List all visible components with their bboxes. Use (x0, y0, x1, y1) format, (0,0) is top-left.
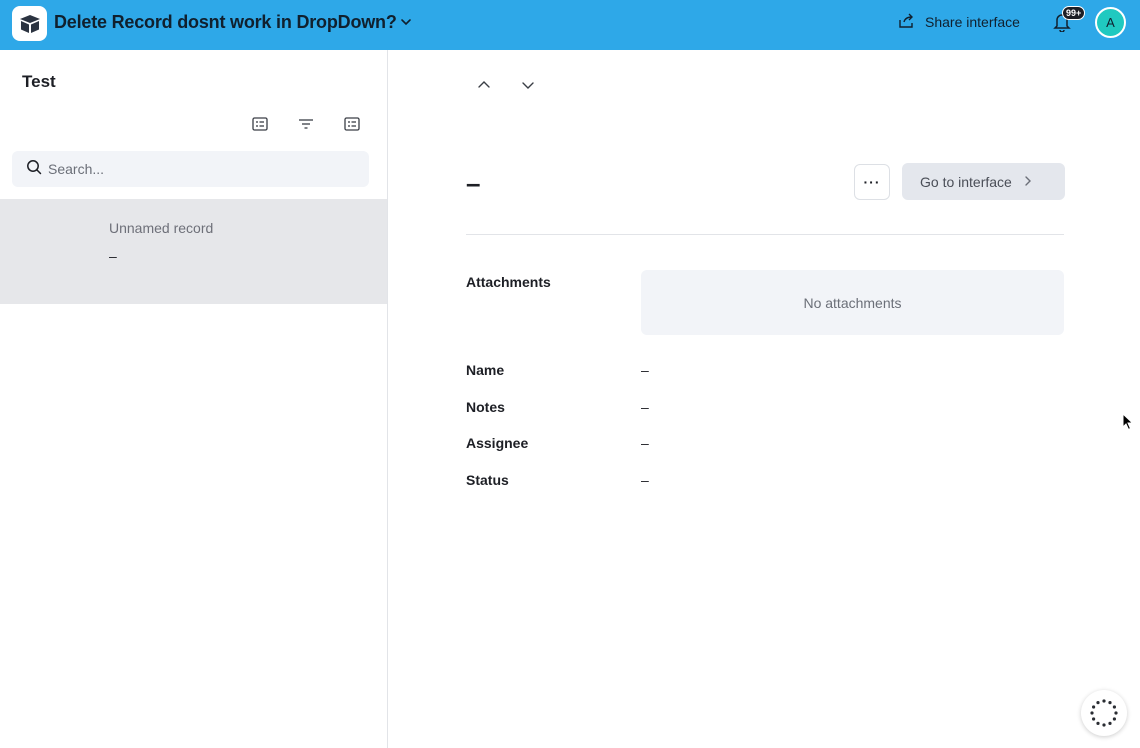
record-title: – (466, 168, 481, 198)
cursor-icon (1122, 412, 1134, 436)
go-to-interface-label: Go to interface (920, 173, 1012, 190)
search-icon (26, 159, 42, 180)
chevron-down-icon[interactable] (399, 15, 413, 34)
field-value-status[interactable]: – (641, 472, 649, 488)
share-interface-button[interactable]: Share interface (898, 12, 1020, 32)
chevron-up-icon[interactable] (476, 78, 492, 92)
field-label-notes: Notes (466, 399, 505, 415)
chevron-down-icon[interactable] (520, 78, 536, 92)
list-icon[interactable] (251, 116, 269, 132)
field-label-attachments: Attachments (466, 274, 551, 290)
share-icon (898, 12, 915, 32)
search-box (12, 151, 369, 187)
app-logo-icon[interactable] (12, 6, 47, 41)
record-name: Unnamed record (109, 220, 214, 236)
record-primary-value: – (109, 248, 117, 264)
panel-title: Test (22, 72, 56, 91)
avatar[interactable]: A (1095, 7, 1126, 38)
filter-icon[interactable] (297, 116, 315, 132)
field-label-name: Name (466, 362, 505, 378)
top-bar: Delete Record dosnt work in DropDown? Sh… (0, 0, 1140, 50)
divider (466, 234, 1064, 235)
chevron-right-icon (1024, 174, 1032, 190)
attachments-dropzone[interactable]: No attachments (641, 270, 1064, 335)
interface-title[interactable]: Delete Record dosnt work in DropDown? (54, 12, 397, 33)
list-item[interactable]: Unnamed record – (0, 199, 387, 304)
record-list-panel: Test Unnamed record – (0, 50, 388, 748)
field-label-assignee: Assignee (466, 435, 529, 451)
notification-badge: 99+ (1062, 6, 1086, 20)
more-options-button[interactable]: ··· (854, 164, 890, 200)
share-label: Share interface (925, 14, 1020, 30)
field-value-notes[interactable]: – (641, 399, 649, 415)
field-value-name[interactable]: – (641, 362, 649, 378)
loading-icon (1081, 690, 1127, 736)
search-input[interactable] (48, 161, 348, 177)
go-to-interface-button[interactable]: Go to interface (902, 163, 1065, 200)
field-value-assignee[interactable]: – (641, 435, 649, 451)
field-label-status: Status (466, 472, 509, 488)
list-icon[interactable] (343, 116, 361, 132)
